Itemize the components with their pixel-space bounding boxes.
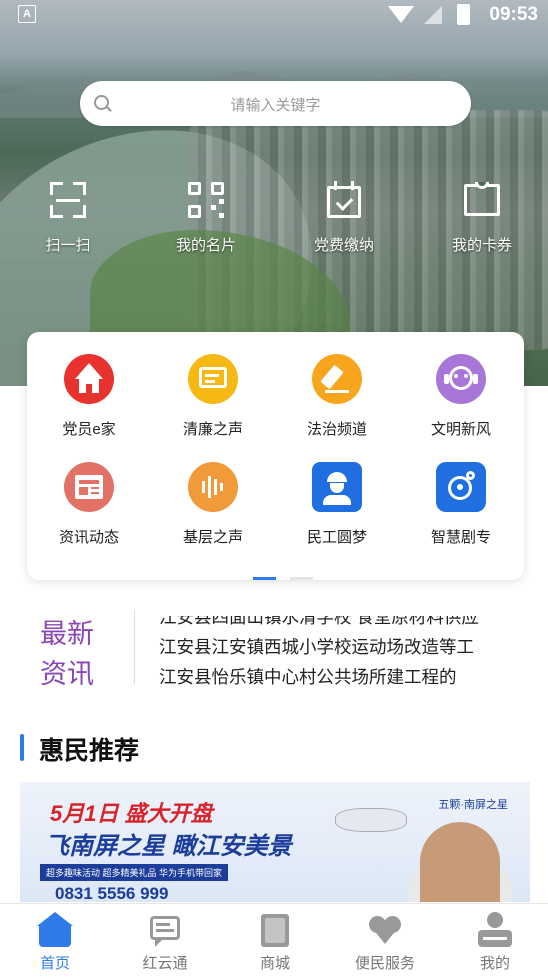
status-bar: A 09:53 [0,0,548,30]
grid-item-label: 党员e家 [62,421,116,438]
section-title: 惠民推荐 [39,737,140,765]
calendar-check-icon [324,180,364,220]
banner-subheadline: 飞南屏之星 瞰江安美景 [45,833,292,860]
newspaper-icon [64,462,114,512]
news-list: 江安县四面山镇水清学校 食堂原材料供应 江安县江安镇西城小学校运动场改造等工 江… [159,616,529,692]
tab-label: 我的 [479,955,510,972]
grid-item-law-channel[interactable]: 法治频道 [275,354,399,439]
search-placeholder: 请输入关键字 [230,97,321,114]
quick-my-coupons-label: 我的卡券 [451,237,512,254]
coupon-icon [462,180,502,220]
speech-icon [188,354,238,404]
wifi-icon [388,6,414,23]
tab-mall[interactable]: 商城 [220,904,330,978]
microphone-icon [188,462,238,512]
quick-party-fee-label: 党费缴纳 [313,237,374,254]
news-tag: 最新 资讯 [40,619,94,689]
tab-hongyuntong[interactable]: 红云通 [110,904,220,978]
function-grid-card: 党员e家 清廉之声 法治频道 文明新风 资讯动态 基层之声 民工圆梦 智慧剧专 [27,332,524,580]
drama-icon [436,462,486,512]
tab-profile[interactable]: 我的 [440,904,548,978]
grid-item-integrity-voice[interactable]: 清廉之声 [151,354,275,439]
banner-promo-strip: 超多趣味活动 超多精美礼品 华为手机带回家 [40,864,229,881]
tab-label: 商城 [259,955,290,972]
news-item[interactable]: 江安县怡乐镇中心村公共场所建工程的 [159,662,529,692]
grid-item-label: 文明新风 [430,421,491,438]
news-item[interactable]: 江安县四面山镇水清学校 食堂原材料供应 [159,616,529,632]
chat-tab-icon [145,912,185,948]
grid-item-label: 法治频道 [306,421,367,438]
grid-item-party-home[interactable]: 党员e家 [27,354,151,439]
page-dot-active [253,577,276,580]
status-time: 09:53 [489,4,538,25]
face-icon [436,354,486,404]
quick-my-card-label: 我的名片 [175,237,236,254]
heart-tab-icon [365,912,405,948]
grid-item-label: 民工圆梦 [306,529,367,546]
home-tab-icon [35,912,75,948]
grid-item-civility[interactable]: 文明新风 [399,354,523,439]
section-accent-bar [20,734,24,761]
scan-icon [48,180,88,220]
tab-label: 红云通 [142,955,188,972]
battery-icon [457,4,470,25]
helicopter-image [335,808,407,832]
grid-item-label: 基层之声 [182,529,243,546]
qr-code-icon [186,180,226,220]
bottom-tab-bar: 首页 红云通 商城 便民服务 我的 [0,903,548,978]
grid-item-news[interactable]: 资讯动态 [27,462,151,547]
profile-tab-icon [475,912,515,948]
grid-item-worker-dream[interactable]: 民工圆梦 [275,462,399,547]
banner-headline: 5月1日 盛大开盘 [50,801,213,826]
home-icon [64,354,114,404]
grid-item-label: 智慧剧专 [430,529,491,546]
tab-label: 首页 [39,955,70,972]
banner-phone: 0831 5556 999 [55,884,169,902]
page-dot [290,577,313,580]
tab-services[interactable]: 便民服务 [330,904,440,978]
grid-item-grassroots-voice[interactable]: 基层之声 [151,462,275,547]
quick-scan[interactable]: 扫一扫 [13,180,123,255]
grid-item-label: 清廉之声 [182,421,243,438]
tab-home[interactable]: 首页 [0,904,110,978]
gavel-icon [312,354,362,404]
grid-item-smart-drama[interactable]: 智慧剧专 [399,462,523,547]
tab-label: 便民服务 [354,955,415,972]
promo-banner[interactable]: 5月1日 盛大开盘 飞南屏之星 瞰江安美景 超多趣味活动 超多精美礼品 华为手机… [20,782,530,902]
news-divider [134,610,135,684]
worker-icon [312,462,362,512]
quick-my-coupons[interactable]: 我的卡券 [427,180,537,255]
banner-logo: 五颗·南屏之星 [438,799,508,811]
grid-item-label: 资讯动态 [58,529,119,546]
quick-party-fee[interactable]: 党费缴纳 [289,180,399,255]
news-item[interactable]: 江安县江安镇西城小学校运动场改造等工 [159,632,529,662]
shop-tab-icon [255,912,295,948]
signal-icon [424,6,442,24]
quick-my-card[interactable]: 我的名片 [151,180,261,255]
notification-a-icon: A [18,5,36,23]
search-bar[interactable]: 请输入关键字 [80,81,471,126]
latest-news-ticker[interactable]: 最新 资讯 江安县四面山镇水清学校 食堂原材料供应 江安县江安镇西城小学校运动场… [0,600,548,695]
quick-scan-label: 扫一扫 [45,237,91,254]
